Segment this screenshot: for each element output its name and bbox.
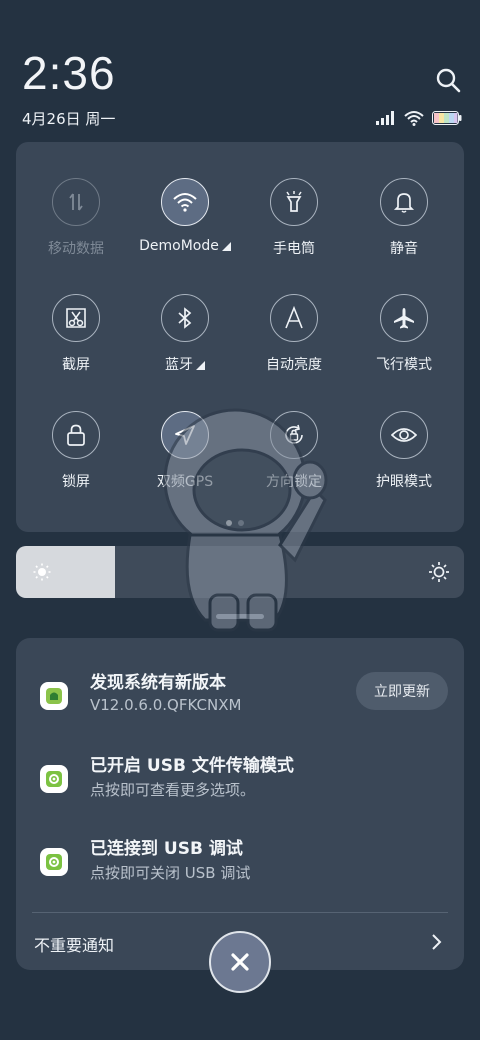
settings-gear-icon xyxy=(40,765,68,793)
tile-wifi[interactable]: DemoMode xyxy=(130,178,240,254)
brightness-fill xyxy=(16,546,115,598)
notification-subtitle: V12.0.6.0.QFKCNXM xyxy=(90,696,242,714)
airplane-icon xyxy=(380,294,428,342)
lock-icon xyxy=(52,411,100,459)
notification-title: 已开启 USB 文件传输模式 xyxy=(90,756,294,776)
expand-arrow-icon xyxy=(196,361,205,370)
tile-bluetooth[interactable]: 蓝牙 xyxy=(130,294,240,374)
tile-label: 飞行模式 xyxy=(376,357,432,373)
clear-all-button[interactable] xyxy=(209,931,271,993)
tile-label: DemoMode xyxy=(139,238,219,254)
tile-screenshot[interactable]: 截屏 xyxy=(21,294,131,374)
auto-brightness-icon xyxy=(270,294,318,342)
notification-usb-debugging[interactable]: 已连接到 USB 调试 点按即可关闭 USB 调试 xyxy=(16,834,464,904)
wifi-icon xyxy=(161,178,209,226)
minor-notifications-link[interactable]: 不重要通知 xyxy=(34,932,114,956)
notification-system-update[interactable]: 发现系统有新版本 V12.0.6.0.QFKCNXM 立即更新 xyxy=(16,668,464,738)
flashlight-icon xyxy=(270,178,318,226)
notification-panel: 发现系统有新版本 V12.0.6.0.QFKCNXM 立即更新 已开启 USB … xyxy=(16,638,464,970)
signal-icon xyxy=(376,111,394,125)
tile-eye-care[interactable]: 护眼模式 xyxy=(349,411,459,491)
tile-mobile-data[interactable]: 移动数据 xyxy=(21,178,131,258)
bluetooth-icon xyxy=(161,294,209,342)
notification-subtitle: 点按即可查看更多选项。 xyxy=(90,781,256,799)
notification-title: 已连接到 USB 调试 xyxy=(90,839,243,859)
brightness-low-icon xyxy=(33,563,51,581)
tile-silent[interactable]: 静音 xyxy=(349,178,459,258)
tile-label: 蓝牙 xyxy=(165,357,193,373)
notification-usb-transfer[interactable]: 已开启 USB 文件传输模式 点按即可查看更多选项。 xyxy=(16,751,464,821)
tile-airplane[interactable]: 飞行模式 xyxy=(349,294,459,374)
tile-label: 移动数据 xyxy=(48,241,104,257)
mobile-data-icon xyxy=(52,178,100,226)
clock-time: 2:36 xyxy=(22,47,116,99)
close-icon xyxy=(231,953,249,971)
notification-title: 发现系统有新版本 xyxy=(90,673,226,693)
status-icons xyxy=(376,110,462,126)
update-now-button[interactable]: 立即更新 xyxy=(356,672,448,710)
notification-subtitle: 点按即可关闭 USB 调试 xyxy=(90,864,251,882)
tile-label: 自动亮度 xyxy=(266,357,322,373)
tile-label: 护眼模式 xyxy=(376,474,432,490)
settings-gear-icon xyxy=(40,848,68,876)
tile-label: 锁屏 xyxy=(62,474,90,490)
astronaut-mascot-icon xyxy=(163,408,328,632)
tile-label: 静音 xyxy=(390,241,418,257)
wifi-status-icon xyxy=(404,111,424,126)
eye-icon xyxy=(380,411,428,459)
chevron-right-icon[interactable] xyxy=(426,932,446,952)
android-update-icon xyxy=(40,682,68,710)
divider xyxy=(32,912,448,913)
brightness-high-icon xyxy=(429,562,449,582)
search-icon[interactable] xyxy=(434,66,462,94)
date-label: 4月26日 周一 xyxy=(22,110,116,128)
expand-arrow-icon xyxy=(221,242,231,251)
screenshot-icon xyxy=(52,294,100,342)
bell-icon xyxy=(380,178,428,226)
battery-icon xyxy=(432,111,462,125)
tile-flashlight[interactable]: 手电筒 xyxy=(239,178,349,258)
tile-label: 手电筒 xyxy=(273,241,315,257)
tile-label: 截屏 xyxy=(62,357,90,373)
tile-auto-brightness[interactable]: 自动亮度 xyxy=(239,294,349,374)
tile-lock-screen[interactable]: 锁屏 xyxy=(21,411,131,491)
